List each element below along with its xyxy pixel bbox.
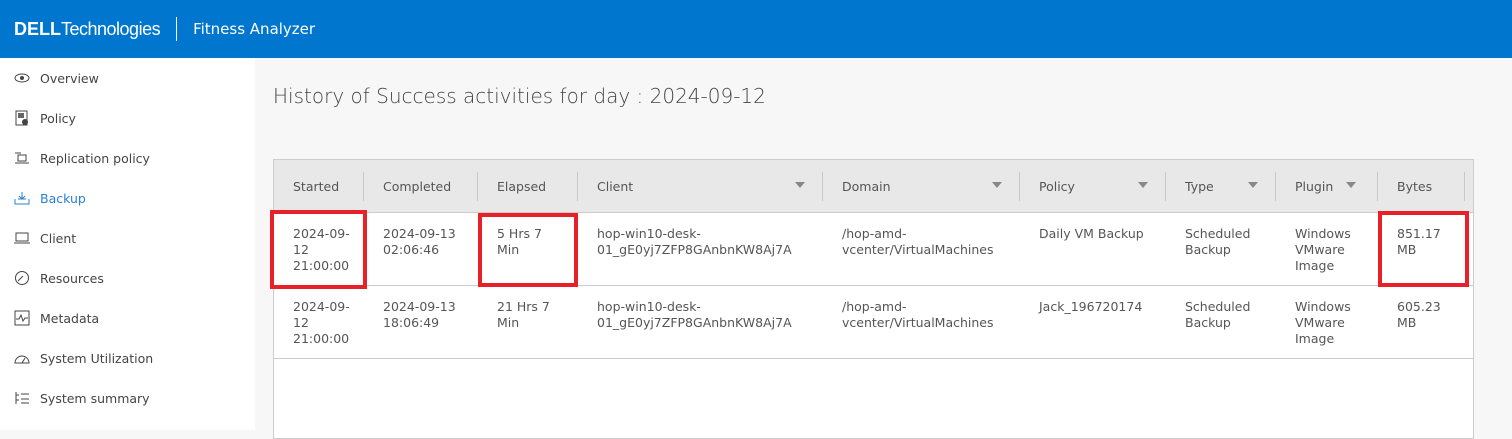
filter-icon[interactable] [795,182,805,188]
column-label: Plugin [1295,178,1334,194]
sidebar: Overview Policy Replication policy Backu… [0,58,255,430]
table-row[interactable]: 2024-09- 12 21:00:00 2024-09-13 02:06:46… [274,213,1473,286]
table-header: Started Completed Elapsed Client Domain … [274,160,1473,213]
cell-plugin: Windows VMware Image [1295,226,1351,273]
column-header-type[interactable]: Type [1166,160,1276,212]
sidebar-item-label: Replication policy [40,150,150,166]
column-header-started[interactable]: Started [274,160,364,212]
cell-bytes: 605.23 MB [1397,299,1441,330]
logo-light: Technologies [61,18,161,39]
sidebar-item-system-utilization[interactable]: System Utilization [0,338,255,378]
filter-icon[interactable] [1346,182,1356,188]
column-label: Started [293,178,340,194]
column-header-policy[interactable]: Policy [1020,160,1166,212]
cell-domain: /hop-amd- vcenter/VirtualMachines [842,226,994,257]
app-header: DELLTechnologies Fitness Analyzer [0,0,1512,58]
list-tree-icon [14,390,30,406]
app-title: Fitness Analyzer [193,20,316,38]
column-label: Completed [383,178,452,194]
header-divider [176,17,178,41]
filter-icon[interactable] [992,182,1002,188]
cell-started: 2024-09- 12 21:00:00 [293,299,350,346]
column-label: Elapsed [497,178,547,194]
sidebar-item-label: System Utilization [40,350,154,366]
policy-icon [14,110,30,126]
sidebar-item-label: Resources [40,270,104,286]
sidebar-item-client[interactable]: Client [0,218,255,258]
column-header-elapsed[interactable]: Elapsed [478,160,578,212]
laptop-icon [14,230,30,246]
dell-technologies-logo[interactable]: DELLTechnologies [14,18,161,40]
cell-client: hop-win10-desk- 01_gE0yj7ZFP8GAnbnKW8Aj7… [597,226,792,257]
backup-icon [14,190,30,206]
highlight-box-started [270,210,367,289]
column-header-client[interactable]: Client [578,160,823,212]
column-header-domain[interactable]: Domain [823,160,1020,212]
column-label: Bytes [1397,178,1433,194]
sidebar-item-label: Backup [40,190,86,206]
sidebar-item-policy[interactable]: Policy [0,98,255,138]
cell-domain: /hop-amd- vcenter/VirtualMachines [842,299,994,330]
sidebar-item-label: Metadata [40,310,100,326]
filter-icon[interactable] [1248,182,1258,188]
sidebar-item-label: System summary [40,390,150,406]
logo-bold: DELL [14,18,61,39]
sidebar-item-metadata[interactable]: Metadata [0,298,255,338]
cell-plugin: Windows VMware Image [1295,299,1351,346]
activities-table: Started Completed Elapsed Client Domain … [273,159,1474,439]
highlight-box-bytes [1378,211,1469,287]
sidebar-item-label: Client [40,230,77,246]
cell-policy: Daily VM Backup [1039,226,1144,241]
gauge-icon [14,270,30,286]
cell-type: Scheduled Backup [1185,299,1251,330]
column-header-plugin[interactable]: Plugin [1276,160,1378,212]
eye-icon [14,70,30,86]
cell-policy: Jack_196720174 [1039,299,1143,314]
sidebar-item-resources[interactable]: Resources [0,258,255,298]
column-label: Policy [1039,178,1075,194]
column-label: Client [597,178,634,194]
sidebar-item-replication-policy[interactable]: Replication policy [0,138,255,178]
pulse-icon [14,310,30,326]
cell-type: Scheduled Backup [1185,226,1251,257]
cell-client: hop-win10-desk- 01_gE0yj7ZFP8GAnbnKW8Aj7… [597,299,792,330]
sidebar-item-overview[interactable]: Overview [0,58,255,98]
sidebar-item-label: Overview [40,70,99,86]
sidebar-item-system-summary[interactable]: System summary [0,378,255,418]
column-header-completed[interactable]: Completed [364,160,478,212]
cell-elapsed: 21 Hrs 7 Min [497,299,550,330]
column-header-bytes[interactable]: Bytes [1378,160,1465,212]
column-label: Domain [842,178,891,194]
sidebar-item-label: Policy [40,110,76,126]
cell-completed: 2024-09-13 18:06:49 [383,299,456,330]
speedometer-icon [14,350,30,366]
page-title: History of Success activities for day : … [273,84,766,108]
replication-icon [14,150,30,166]
column-label: Type [1185,178,1214,194]
cell-completed: 2024-09-13 02:06:46 [383,226,456,257]
table-row[interactable]: 2024-09- 12 21:00:00 2024-09-13 18:06:49… [274,286,1473,359]
sidebar-item-backup[interactable]: Backup [0,178,255,218]
filter-icon[interactable] [1138,182,1148,188]
highlight-box-elapsed [478,213,578,287]
